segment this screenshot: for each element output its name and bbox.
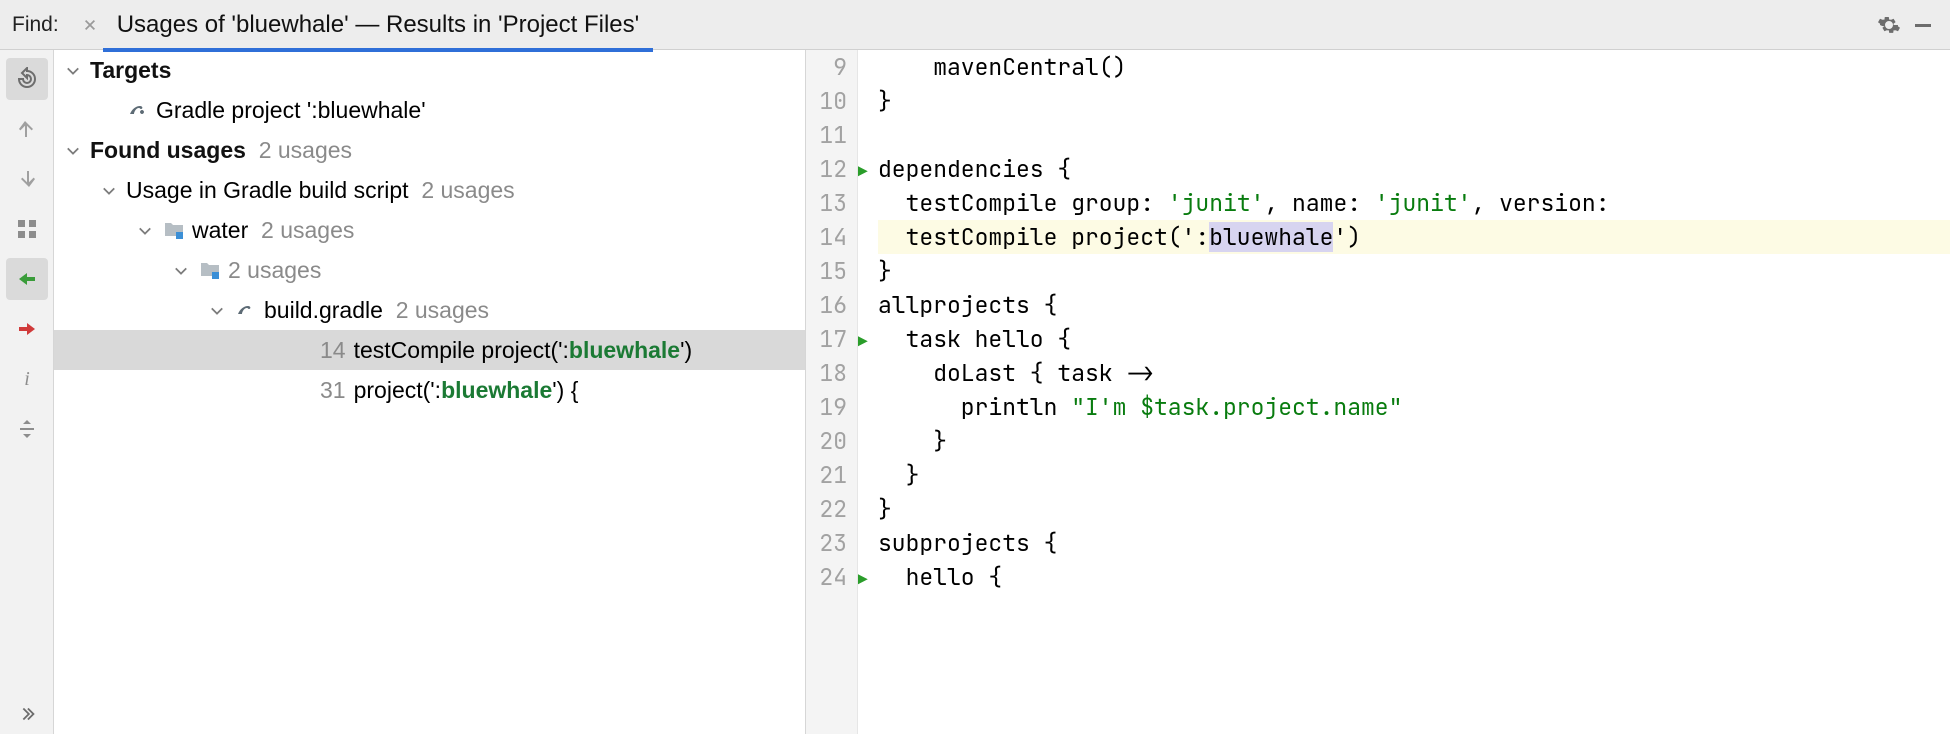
folder-water-count: 2 usages — [261, 217, 354, 244]
line-gutter: 9 10 11 12 13 14 15 16 17 18 19 20 21 22… — [806, 50, 858, 734]
more-icon[interactable] — [16, 694, 38, 734]
run-gutter-icon[interactable]: ▶ — [858, 325, 874, 359]
code-line: allprojects { — [878, 288, 1950, 322]
line-num: 11 — [806, 118, 847, 152]
build-gradle-label: build.gradle — [264, 297, 383, 324]
import-icon[interactable] — [6, 258, 48, 300]
usage-highlight: bluewhale — [569, 337, 680, 364]
code-line: } — [878, 84, 1950, 118]
line-num: 10 — [806, 84, 847, 118]
chevron-down-icon — [102, 177, 120, 204]
code-line: doLast { task -> — [878, 356, 1950, 390]
code-line: println "I'm $task.project.name" — [878, 390, 1950, 424]
run-gutter-icon[interactable]: ▶ — [858, 155, 874, 189]
usage-text-pre: project(': — [354, 377, 441, 404]
line-num: 16 — [806, 288, 847, 322]
scroll-icon[interactable] — [6, 408, 48, 450]
line-num: 17 — [806, 322, 847, 356]
line-number: 14 — [320, 337, 346, 364]
results-tree: Targets Gradle project ':bluewhale' Foun… — [54, 50, 806, 734]
line-num: 24 — [806, 560, 847, 594]
gradle-file-icon — [234, 298, 258, 322]
line-num: 9 — [806, 50, 847, 84]
folder-icon — [198, 258, 222, 282]
find-header: Find: Usages of 'bluewhale' — Results in… — [0, 0, 1950, 50]
script-count: 2 usages — [421, 177, 514, 204]
line-num: 15 — [806, 254, 847, 288]
next-icon[interactable] — [6, 158, 48, 200]
usage-highlight: bluewhale — [441, 377, 552, 404]
chevron-down-icon — [174, 257, 192, 284]
code-line: dependencies { — [878, 152, 1950, 186]
gutter-icons: ▶ ▶ ▶ — [858, 50, 878, 734]
chevron-down-icon — [66, 57, 84, 84]
export-icon[interactable] — [6, 308, 48, 350]
tree-targets[interactable]: Targets — [54, 50, 805, 90]
line-num: 20 — [806, 424, 847, 458]
minimize-icon[interactable] — [1906, 8, 1940, 42]
find-toolbar: i — [0, 50, 54, 734]
tab-find-results[interactable]: Usages of 'bluewhale' — Results in 'Proj… — [103, 3, 654, 52]
prev-icon[interactable] — [6, 108, 48, 150]
chevron-down-icon — [66, 137, 84, 164]
code-line: } — [878, 254, 1950, 288]
anon-count: 2 usages — [228, 257, 321, 284]
build-gradle-count: 2 usages — [396, 297, 489, 324]
tree-script-usage[interactable]: Usage in Gradle build script 2 usages — [54, 170, 805, 210]
code-line: } — [878, 424, 1950, 458]
gear-icon[interactable] — [1872, 8, 1906, 42]
rerun-icon[interactable] — [6, 58, 48, 100]
code-line: mavenCentral() — [878, 50, 1950, 84]
close-tab-icon[interactable] — [77, 12, 103, 38]
code-line: task hello { — [878, 322, 1950, 356]
line-num: 14 — [806, 220, 847, 254]
tree-found-usages[interactable]: Found usages 2 usages — [54, 130, 805, 170]
code-preview: 9 10 11 12 13 14 15 16 17 18 19 20 21 22… — [806, 50, 1950, 734]
svg-text:i: i — [24, 368, 30, 390]
tree-folder-anon[interactable]: 2 usages — [54, 250, 805, 290]
folder-label: water — [192, 217, 248, 244]
line-num: 12 — [806, 152, 847, 186]
gradle-icon — [126, 98, 150, 122]
line-num: 23 — [806, 526, 847, 560]
code-line: subprojects { — [878, 526, 1950, 560]
tree-folder-water[interactable]: water 2 usages — [54, 210, 805, 250]
target-item-label: Gradle project ':bluewhale' — [156, 97, 426, 124]
found-label: Found usages — [90, 137, 246, 164]
tab-title: Usages of 'bluewhale' — Results in 'Proj… — [117, 11, 640, 39]
chevron-down-icon — [210, 297, 228, 324]
code-line — [878, 118, 1950, 152]
code-line: } — [878, 492, 1950, 526]
folder-icon — [162, 218, 186, 242]
code-line: testCompile group: 'junit', name: 'junit… — [878, 186, 1950, 220]
run-gutter-icon[interactable]: ▶ — [858, 563, 874, 597]
line-number: 31 — [320, 377, 346, 404]
tree-target-item[interactable]: Gradle project ':bluewhale' — [54, 90, 805, 130]
script-label: Usage in Gradle build script — [126, 177, 409, 204]
line-num: 21 — [806, 458, 847, 492]
line-num: 13 — [806, 186, 847, 220]
chevron-down-icon — [138, 217, 156, 244]
code-line: hello { — [878, 560, 1950, 594]
usage-text-pre: testCompile project(': — [354, 337, 569, 364]
info-icon[interactable]: i — [6, 358, 48, 400]
code-line-current: testCompile project(':bluewhale') — [878, 220, 1950, 254]
usage-text-post: ') — [680, 337, 692, 364]
usage-row-31[interactable]: 31 project(':bluewhale') { — [54, 370, 805, 410]
line-num: 18 — [806, 356, 847, 390]
group-icon[interactable] — [6, 208, 48, 250]
targets-label: Targets — [90, 57, 171, 84]
find-label: Find: — [10, 13, 77, 37]
usage-text-post: ') { — [552, 377, 578, 404]
tree-build-gradle[interactable]: build.gradle 2 usages — [54, 290, 805, 330]
code-body[interactable]: mavenCentral() } dependencies { testComp… — [878, 50, 1950, 734]
usage-row-14[interactable]: 14 testCompile project(':bluewhale') — [54, 330, 805, 370]
code-line: } — [878, 458, 1950, 492]
found-count: 2 usages — [259, 137, 352, 164]
line-num: 19 — [806, 390, 847, 424]
line-num: 22 — [806, 492, 847, 526]
